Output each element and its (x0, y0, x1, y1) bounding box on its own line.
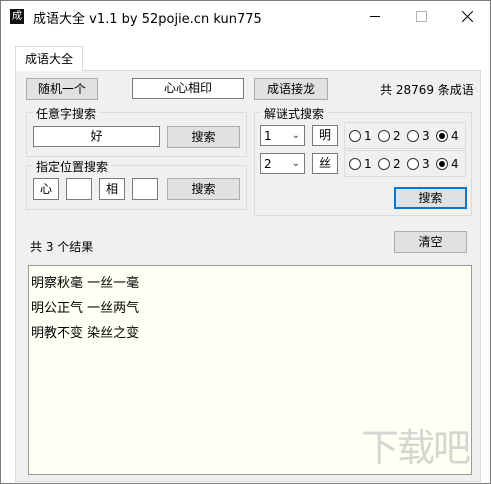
riddle-row2-option-3-label: 3 (422, 157, 430, 171)
riddle-row1-option-1[interactable] (349, 130, 361, 142)
position-search-title: 指定位置搜索 (33, 158, 112, 175)
list-item: 明察秋毫 一丝一毫 (31, 276, 140, 291)
riddle-row1-option-1-label: 1 (364, 129, 372, 143)
clear-button[interactable]: 清空 (394, 231, 467, 253)
position-slot-3[interactable]: 相 (99, 178, 125, 200)
riddle-search-group: 解谜式搜索 1 ⌄ 明 1 2 3 4 2 ⌄ 丝 1 2 3 4 搜索 (254, 105, 472, 216)
window-title: 成语大全 v1.1 by 52pojie.cn kun775 (33, 12, 262, 27)
client-area: 成语大全 随机一个 心心相印 成语接龙 共 28769 条成语 任意字搜索 好 … (1, 32, 490, 483)
riddle-row2-option-3[interactable] (407, 158, 419, 170)
tab-idioms[interactable]: 成语大全 (15, 46, 83, 71)
riddle-row1-position-value: 1 (264, 129, 272, 143)
riddle-row2-option-1[interactable] (349, 158, 361, 170)
list-item: 明公正气 一丝两气 (31, 301, 140, 316)
riddle-row2-char[interactable]: 丝 (312, 153, 338, 174)
riddle-search-title: 解谜式搜索 (261, 105, 328, 122)
list-item: 明教不变 染丝之变 (31, 326, 140, 341)
result-summary: 共 3 个结果 (30, 240, 94, 254)
position-search-button[interactable]: 搜索 (167, 178, 240, 200)
chain-button[interactable]: 成语接龙 (254, 78, 328, 100)
any-char-search-button[interactable]: 搜索 (167, 126, 240, 148)
any-char-input[interactable]: 好 (33, 126, 160, 147)
close-button[interactable] (444, 1, 490, 32)
tab-panel: 随机一个 心心相印 成语接龙 共 28769 条成语 任意字搜索 好 搜索 指定… (15, 70, 481, 482)
any-char-search-title: 任意字搜索 (33, 105, 100, 122)
riddle-row1-option-2[interactable] (378, 130, 390, 142)
maximize-icon (415, 11, 427, 22)
riddle-row2-position-select[interactable]: 2 ⌄ (260, 153, 305, 174)
position-search-group: 指定位置搜索 心 相 搜索 (26, 158, 247, 210)
riddle-row1-position-select[interactable]: 1 ⌄ (260, 125, 305, 146)
position-slot-2[interactable] (66, 178, 92, 200)
riddle-search-button[interactable]: 搜索 (394, 187, 467, 209)
any-char-search-group: 任意字搜索 好 搜索 (26, 105, 247, 157)
chevron-down-icon: ⌄ (291, 130, 300, 141)
maximize-button[interactable] (398, 1, 444, 32)
random-button[interactable]: 随机一个 (26, 78, 98, 100)
riddle-row1-option-4-label: 4 (451, 129, 459, 143)
riddle-row1-option-2-label: 2 (393, 129, 401, 143)
position-slot-4[interactable] (132, 178, 158, 200)
chevron-down-icon: ⌄ (291, 158, 300, 169)
result-list[interactable]: 明察秋毫 一丝一毫 明公正气 一丝两气 明教不变 染丝之变 下载吧 (28, 265, 472, 475)
position-slot-1[interactable]: 心 (33, 178, 59, 200)
current-idiom-field[interactable]: 心心相印 (132, 78, 244, 99)
idiom-count: 共 28769 条成语 (380, 83, 474, 97)
riddle-row2-option-2[interactable] (378, 158, 390, 170)
riddle-row1-option-3-label: 3 (422, 129, 430, 143)
riddle-row2-options: 1 2 3 4 (344, 150, 466, 177)
riddle-row1-option-4[interactable] (436, 130, 448, 142)
riddle-row1-option-3[interactable] (407, 130, 419, 142)
riddle-row2-option-4-label: 4 (451, 157, 459, 171)
riddle-row1-char[interactable]: 明 (312, 125, 338, 146)
riddle-row2-option-4[interactable] (436, 158, 448, 170)
app-icon: 成 (10, 9, 24, 24)
app-window: 成 成语大全 v1.1 by 52pojie.cn kun775 成语大全 随机… (0, 0, 491, 484)
title-bar[interactable]: 成 成语大全 v1.1 by 52pojie.cn kun775 (1, 1, 490, 32)
riddle-row1-options: 1 2 3 4 (344, 122, 466, 149)
minimize-button[interactable] (352, 1, 398, 32)
minimize-icon (370, 16, 380, 17)
watermark-logo: 下载吧 (360, 426, 471, 470)
riddle-row2-option-1-label: 1 (364, 157, 372, 171)
riddle-row2-option-2-label: 2 (393, 157, 401, 171)
close-icon (461, 11, 473, 22)
riddle-row2-position-value: 2 (264, 157, 272, 171)
